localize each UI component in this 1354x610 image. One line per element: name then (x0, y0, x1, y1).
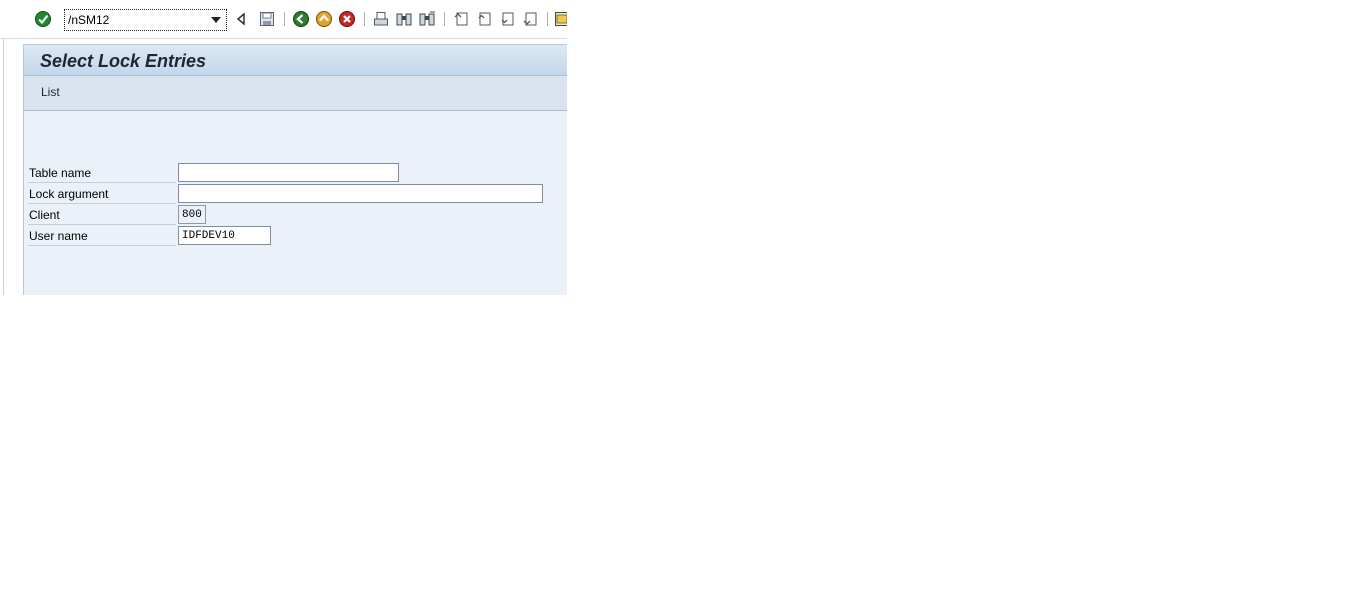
create-session-icon[interactable] (553, 10, 567, 28)
toolbar-separator (444, 12, 445, 26)
table-name-input[interactable] (178, 163, 399, 182)
last-page-icon[interactable] (521, 10, 539, 28)
enter-icon[interactable] (34, 10, 52, 28)
find-next-icon[interactable] (418, 10, 436, 28)
lock-argument-label: Lock argument (29, 187, 109, 201)
command-field[interactable] (64, 9, 227, 31)
client-input[interactable] (178, 205, 206, 224)
user-name-row: User name (28, 225, 567, 246)
toolbar-separator (364, 12, 365, 26)
title-bar: Select Lock Entries (24, 44, 567, 76)
row-divider (28, 245, 176, 246)
exit-icon[interactable] (315, 10, 333, 28)
main-screen: Select Lock Entries List Table name Lock… (23, 44, 567, 295)
print-icon[interactable] (372, 10, 390, 28)
user-name-label: User name (29, 229, 88, 243)
command-input[interactable] (68, 13, 202, 27)
toolbar-separator (284, 12, 285, 26)
table-name-label: Table name (29, 166, 92, 180)
page-title: Select Lock Entries (40, 51, 207, 71)
system-toolbar (0, 0, 567, 39)
back-icon[interactable] (292, 10, 310, 28)
table-name-row: Table name (28, 162, 567, 183)
save-icon[interactable] (258, 10, 276, 28)
list-menu-button[interactable]: List (41, 85, 60, 99)
previous-page-icon[interactable] (475, 10, 493, 28)
user-name-input[interactable] (178, 226, 271, 245)
chevron-down-icon[interactable] (209, 14, 223, 26)
application-toolbar: List (24, 76, 567, 111)
toolbar-separator (547, 12, 548, 26)
cancel-icon[interactable] (338, 10, 356, 28)
sap-window: Select Lock Entries List Table name Lock… (0, 0, 567, 295)
next-page-icon[interactable] (498, 10, 516, 28)
lock-argument-input[interactable] (178, 184, 543, 203)
first-page-icon[interactable] (452, 10, 470, 28)
client-label: Client (29, 208, 60, 222)
lock-argument-row: Lock argument (28, 183, 567, 204)
find-icon[interactable] (395, 10, 413, 28)
collapse-triangle-icon[interactable] (232, 10, 250, 28)
client-row: Client (28, 204, 567, 225)
window-border (3, 38, 4, 295)
